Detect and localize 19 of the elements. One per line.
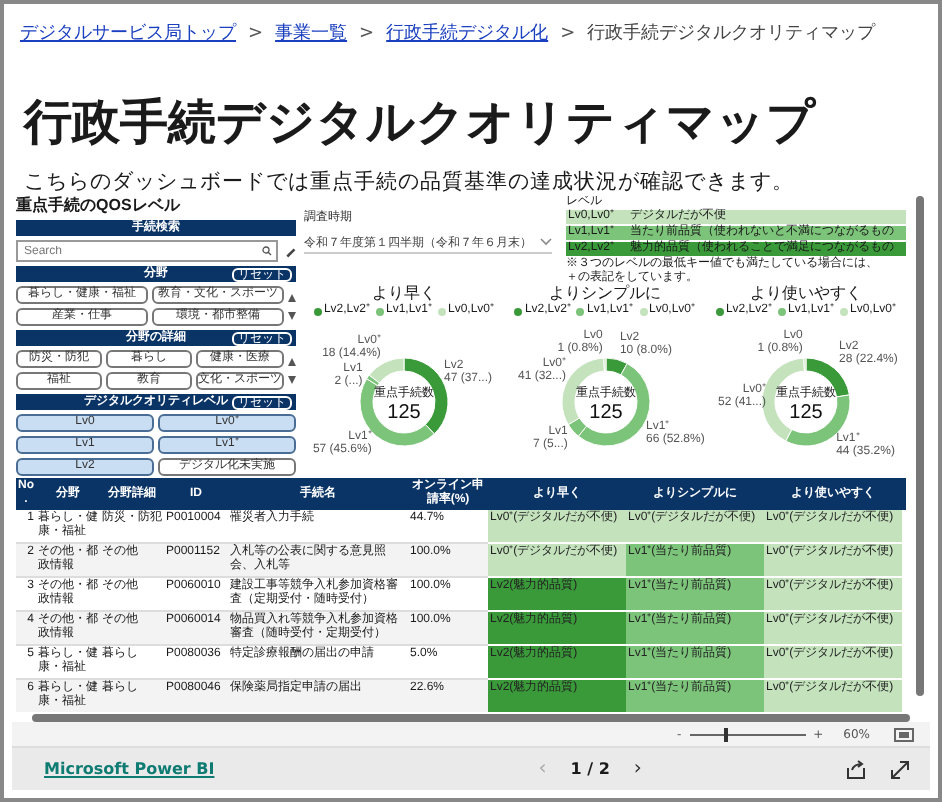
- breadcrumb-separator: >: [248, 23, 264, 43]
- chart-title: よりシンプルに: [549, 284, 661, 303]
- center-value: 125: [789, 402, 823, 424]
- next-page-button[interactable]: ›: [633, 758, 642, 780]
- center-value: 125: [588, 402, 622, 424]
- breadcrumb-link[interactable]: 行政手続デジタル化: [386, 20, 549, 46]
- brand-link[interactable]: Microsoft Power BI: [44, 760, 215, 778]
- center-value: 125: [387, 402, 421, 424]
- chart-title: より使いやすく: [750, 284, 862, 303]
- page-title: 行政手続デジタルクオリティマップ: [24, 92, 818, 154]
- breadcrumb-current: 行政手続デジタルクオリティマップ: [587, 20, 876, 46]
- breadcrumb-separator: >: [359, 23, 375, 43]
- page-description: こちらのダッシュボードでは重点手続の品質基準の達成状況が確認できます。: [24, 170, 796, 196]
- breadcrumb-link[interactable]: デジタルサービス局トップ: [20, 20, 236, 46]
- panel-title: 重点手続のQOSレベル: [16, 196, 182, 216]
- breadcrumb-link[interactable]: 事業一覧: [275, 20, 348, 46]
- chart-title: より早く: [372, 284, 436, 303]
- breadcrumb-separator: >: [560, 23, 576, 43]
- page-indicator: 1 / 2: [570, 760, 610, 778]
